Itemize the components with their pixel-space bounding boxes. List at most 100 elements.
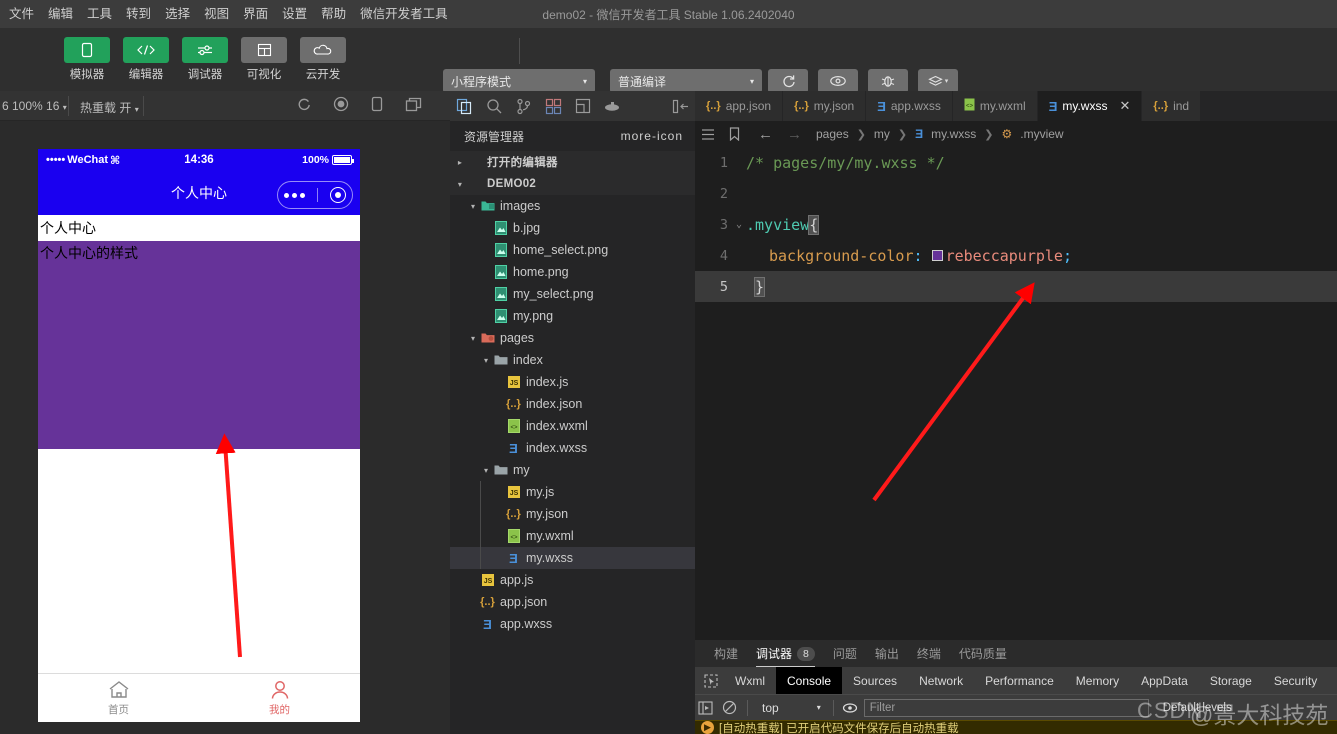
editor-tab-my.wxml[interactable]: <> my.wxml — [952, 91, 1038, 121]
twisty-icon[interactable]: ▾ — [467, 334, 479, 343]
debug-tab-问题[interactable]: 问题 — [824, 640, 866, 667]
tree-section-DEMO02[interactable]: ▾ DEMO02 — [450, 173, 695, 195]
twisty-icon[interactable]: ▸ — [454, 158, 466, 167]
tree-item-index.json[interactable]: {..} index.json — [450, 393, 695, 415]
menu-item-help[interactable]: 帮助 — [314, 3, 353, 25]
tree-item-pages[interactable]: ▾ pages — [450, 327, 695, 349]
editor-tab-ind[interactable]: {..} ind — [1142, 91, 1202, 121]
breadcrumb-item-my[interactable]: my — [874, 127, 890, 141]
phone-icon[interactable] — [371, 96, 383, 112]
toolbar-button-visual[interactable]: 可视化 — [239, 37, 289, 82]
tree-item-index.wxss[interactable]: Ǝindex.wxss — [450, 437, 695, 459]
menu-item-ui[interactable]: 界面 — [236, 3, 275, 25]
tree-item-index.wxml[interactable]: <> index.wxml — [450, 415, 695, 437]
files-icon[interactable] — [450, 91, 480, 121]
tree-item-my.json[interactable]: {..} my.json — [450, 503, 695, 525]
docker-icon[interactable] — [598, 91, 628, 121]
collapse-icon[interactable] — [665, 91, 695, 121]
clear-console-icon[interactable] — [722, 700, 737, 715]
menu-item-devtools[interactable]: 微信开发者工具 — [353, 3, 455, 25]
tree-item-my[interactable]: ▾ my — [450, 459, 695, 481]
close-icon[interactable]: ✕ — [1119, 98, 1130, 114]
code-editor[interactable]: 1 /* pages/my/my.wxss */ 2 3 ⌄ .myview{ … — [695, 147, 1337, 640]
menu-item-settings[interactable]: 设置 — [275, 3, 314, 25]
target-icon[interactable] — [330, 187, 346, 203]
devtools-tab-sources[interactable]: Sources — [842, 667, 908, 694]
real-device-debug-button[interactable] — [868, 69, 908, 93]
tree-item-app.js[interactable]: JS app.js — [450, 569, 695, 591]
toolbar-button-cloud[interactable]: 云开发 — [298, 37, 348, 82]
tree-item-app.wxss[interactable]: Ǝapp.wxss — [450, 613, 695, 635]
layout-icon[interactable] — [568, 91, 598, 121]
element-picker-icon[interactable] — [698, 670, 724, 692]
twisty-icon[interactable]: ▾ — [467, 202, 479, 211]
menu-item-goto[interactable]: 转到 — [119, 3, 158, 25]
menu-item-select[interactable]: 选择 — [158, 3, 197, 25]
tree-item-home_select.png[interactable]: home_select.png — [450, 239, 695, 261]
search-icon[interactable] — [480, 91, 510, 121]
toolbar-button-editor[interactable]: 编辑器 — [121, 37, 171, 82]
color-swatch-icon[interactable] — [931, 250, 943, 261]
tree-item-home.png[interactable]: home.png — [450, 261, 695, 283]
debug-tab-调试器[interactable]: 调试器 8 — [747, 640, 824, 667]
devtools-tab-console[interactable]: Console — [776, 667, 843, 694]
devtools-tab-network[interactable]: Network — [908, 667, 974, 694]
tree-item-my.js[interactable]: JS my.js — [450, 481, 695, 503]
debug-tab-终端[interactable]: 终端 — [908, 640, 950, 667]
tab-my[interactable]: 我的 — [199, 674, 360, 722]
debug-tab-输出[interactable]: 输出 — [866, 640, 908, 667]
editor-tab-app.wxss[interactable]: Ǝapp.wxss — [866, 91, 953, 121]
editor-tab-app.json[interactable]: {..} app.json — [695, 91, 784, 121]
console-sidebar-icon[interactable] — [698, 700, 713, 715]
window-icon[interactable] — [405, 97, 422, 112]
tree-item-index[interactable]: ▾ index — [450, 349, 695, 371]
tree-item-my.wxss[interactable]: Ǝmy.wxss — [450, 547, 695, 569]
refresh-circle-icon[interactable] — [296, 97, 311, 112]
menu-item-tools[interactable]: 工具 — [80, 3, 119, 25]
tree-item-b.jpg[interactable]: b.jpg — [450, 217, 695, 239]
toolbar-button-simulator[interactable]: 模拟器 — [62, 37, 112, 82]
twisty-icon[interactable]: ▾ — [480, 356, 492, 365]
extensions-icon[interactable] — [539, 91, 569, 121]
debug-tab-代码质量[interactable]: 代码质量 — [950, 640, 1016, 667]
device-info[interactable]: 6 100% 16 ▾ — [2, 99, 67, 113]
console-filter-input[interactable]: Filter — [863, 698, 1149, 717]
console-context-select[interactable]: top ▾ — [758, 700, 825, 716]
compile-button[interactable] — [768, 69, 808, 93]
eye-icon[interactable] — [842, 702, 858, 714]
list-icon[interactable] — [701, 128, 715, 141]
devtools-tab-performance[interactable]: Performance — [974, 667, 1065, 694]
clear-cache-button[interactable]: ▾ — [918, 69, 958, 93]
source-control-icon[interactable] — [509, 91, 539, 121]
preview-button[interactable] — [818, 69, 858, 93]
tree-section-打开的编辑器[interactable]: ▸ 打开的编辑器 — [450, 151, 695, 173]
editor-tab-my.wxss[interactable]: Ǝmy.wxss ✕ — [1037, 91, 1143, 121]
twisty-icon[interactable]: ▾ — [480, 466, 492, 475]
tree-item-my.wxml[interactable]: <> my.wxml — [450, 525, 695, 547]
record-icon[interactable] — [333, 96, 349, 112]
devtools-tab-security[interactable]: Security — [1263, 667, 1328, 694]
wechat-capsule[interactable] — [277, 181, 353, 209]
back-arrow-icon[interactable]: ← — [758, 126, 773, 143]
devtools-tab-memory[interactable]: Memory — [1065, 667, 1130, 694]
menu-item-file[interactable]: 文件 — [2, 3, 41, 25]
menu-item-view[interactable]: 视图 — [197, 3, 236, 25]
more-icon[interactable] — [284, 192, 305, 198]
mode-select[interactable]: 小程序模式 ▾ — [443, 69, 595, 93]
tree-item-images[interactable]: ▾ images — [450, 195, 695, 217]
compile-select[interactable]: 普通编译 ▾ — [610, 69, 762, 93]
more-icon[interactable]: more-icon — [621, 129, 683, 143]
twisty-icon[interactable]: ▾ — [454, 180, 466, 189]
breadcrumb-item-pages[interactable]: pages — [816, 127, 849, 141]
devtools-tab-wxml[interactable]: Wxml — [724, 667, 776, 694]
hot-reload-toggle[interactable]: 热重载 开 ▾ — [80, 99, 139, 116]
devtools-tab-appdata[interactable]: AppData — [1130, 667, 1199, 694]
toolbar-button-debugger[interactable]: 调试器 — [180, 37, 230, 82]
debug-tab-构建[interactable]: 构建 — [705, 640, 747, 667]
tree-item-my_select.png[interactable]: my_select.png — [450, 283, 695, 305]
bookmark-icon[interactable] — [729, 127, 740, 141]
devtools-tab-storage[interactable]: Storage — [1199, 667, 1263, 694]
fold-arrow-icon[interactable]: ⌄ — [732, 219, 746, 230]
tree-item-index.js[interactable]: JS index.js — [450, 371, 695, 393]
editor-tab-my.json[interactable]: {..} my.json — [783, 91, 867, 121]
